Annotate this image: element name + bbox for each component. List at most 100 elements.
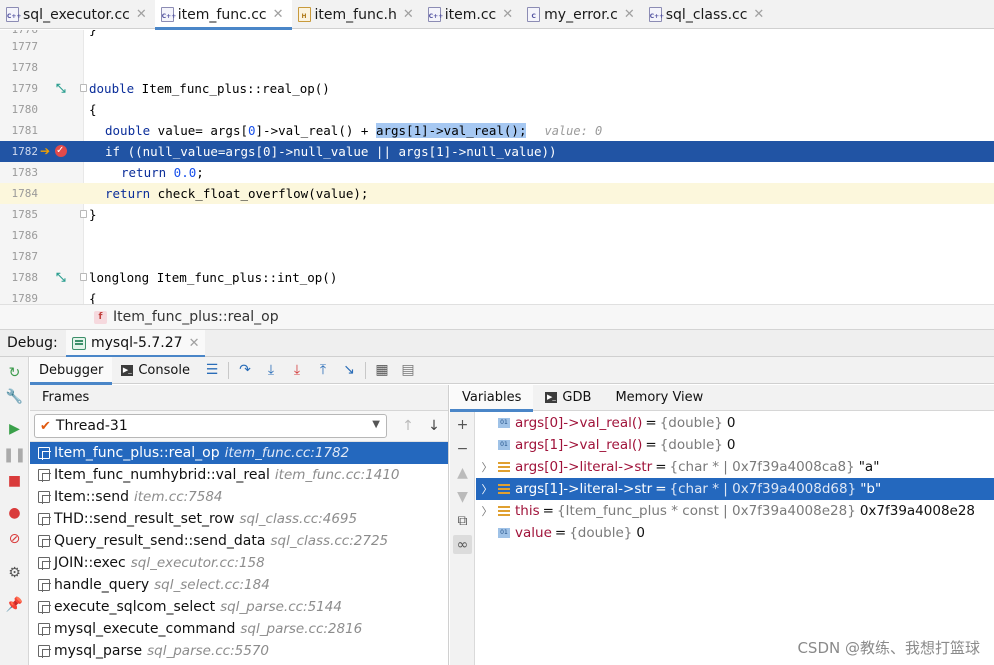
fold-icon[interactable] [80,210,87,218]
code-line[interactable]: 1779 ⤡ double Item_func_plus::real_op() [0,78,994,99]
override-marker-icon[interactable]: ⤡ [56,81,66,96]
code-line[interactable]: 1777 [0,36,994,57]
selected-expression[interactable]: args[1]->val_real(); [375,123,527,138]
copy-icon[interactable]: ⧉ [453,511,472,530]
code-line[interactable]: 1785 } [0,204,994,225]
code-line[interactable]: 1788 ⤡ longlong Item_func_plus::int_op() [0,267,994,288]
evaluate-expression-icon[interactable]: ▦ [369,357,395,384]
tab-item-func-h[interactable]: item_func.h ✕ [292,0,422,29]
rerun-icon[interactable]: ↻ [5,363,24,382]
code-line[interactable]: 1778 [0,57,994,78]
frame-item[interactable]: Item::send item.cc:7584 [30,486,448,508]
arrow-up-icon[interactable]: ↑ [395,418,421,434]
debug-session-tab[interactable]: mysql-5.7.27 ✕ [66,329,206,358]
tab-memory-view[interactable]: Memory View [603,385,715,411]
variable-row[interactable]: 01 args[1]->val_real() = {double} 0 [476,434,994,456]
fold-icon[interactable] [80,273,87,281]
tab-label: item.cc [444,6,497,23]
variable-row[interactable]: 〉 args[1]->literal->str = {char * | 0x7f… [476,478,994,500]
move-up-icon[interactable]: ▲ [453,463,472,482]
mute-breakpoints-icon[interactable]: ⊘ [5,529,24,548]
frame-item[interactable]: mysql_parse sql_parse.cc:5570 [30,640,448,662]
thread-row: ✔ Thread-31 ▼ ↑ ↓ [30,411,448,442]
close-icon[interactable]: ✕ [403,7,414,22]
force-step-into-icon[interactable]: ⤓ [284,357,310,384]
tab-gdb[interactable]: ▶_ GDB [533,385,603,411]
frame-item[interactable]: Query_result_send::send_data sql_class.c… [30,530,448,552]
tab-sql-class[interactable]: sql_class.cc ✕ [643,0,773,29]
tab-sql-executor[interactable]: sql_executor.cc ✕ [0,0,155,29]
step-into-icon[interactable]: ⤓ [258,357,284,384]
code-line[interactable]: 1786 [0,225,994,246]
frame-location: sql_parse.cc:5144 [220,599,342,615]
code-line[interactable]: 1783 return 0.0; [0,162,994,183]
variable-name: args[1]->val_real() [515,437,643,453]
tab-console[interactable]: ▶_ Console [112,357,199,384]
debugger-toolbar: Debugger ▶_ Console ☰ ↷ ⤓ ⤓ ⤒ ↘ ▦ ▤ [30,356,994,385]
code-line[interactable]: 1787 [0,246,994,267]
override-marker-icon[interactable]: ⤡ [56,270,66,285]
arrow-down-icon[interactable]: ↓ [421,418,447,434]
variable-value: "a" [858,459,880,475]
chevron-right-icon[interactable]: 〉 [476,459,498,475]
frame-function: Query_result_send::send_data [54,533,266,549]
close-icon[interactable]: ✕ [624,7,635,22]
settings-icon[interactable]: ⚙ [5,563,24,582]
add-watch-icon[interactable]: + [453,415,472,434]
frame-item[interactable]: JOIN::exec sql_executor.cc:158 [30,552,448,574]
frame-item[interactable]: execute_sqlcom_select sql_parse.cc:5144 [30,596,448,618]
code-line[interactable]: 1789 { [0,288,994,304]
pause-icon[interactable]: ❚❚ [3,445,26,464]
breadcrumb-label[interactable]: Item_func_plus::real_op [113,309,279,325]
code-line[interactable]: 1781 double value= args[0]->val_real() +… [0,120,994,141]
variable-row[interactable]: 01 args[0]->val_real() = {double} 0 [476,412,994,434]
frame-item[interactable]: handle_query sql_select.cc:184 [30,574,448,596]
move-down-icon[interactable]: ▼ [453,487,472,506]
resume-icon[interactable]: ▶ [5,419,24,438]
tab-my-error[interactable]: my_error.c ✕ [521,0,643,29]
frame-function: THD::send_result_set_row [54,511,235,527]
close-icon[interactable]: ✕ [502,7,513,22]
show-watches-icon[interactable]: ∞ [453,535,472,554]
fold-icon[interactable] [80,84,87,92]
close-icon[interactable]: ✕ [189,336,200,351]
caret-line[interactable]: 1784 return check_float_overflow(value); [0,183,994,204]
code-editor[interactable]: 1776 } 1777 1778 1779 ⤡ double Item_func… [0,30,994,304]
tab-item-func-cc[interactable]: item_func.cc ✕ [154,0,292,30]
frame-item[interactable]: Item_func_numhybrid::val_real item_func.… [30,464,448,486]
frame-item[interactable]: mysql_execute_command sql_parse.cc:2816 [30,618,448,640]
remove-watch-icon[interactable]: − [453,439,472,458]
code-line[interactable]: 1780 { [0,99,994,120]
breadcrumb[interactable]: f Item_func_plus::real_op [0,304,994,330]
chevron-right-icon[interactable]: 〉 [476,503,498,519]
run-to-cursor-icon[interactable]: ↘ [336,357,362,384]
tab-item-cc[interactable]: item.cc ✕ [422,0,521,29]
frame-function: Item::send [54,489,129,505]
frame-function: Item_func_plus::real_op [54,445,220,461]
close-icon[interactable]: ✕ [273,7,284,22]
frame-item[interactable]: Item_func_plus::real_op item_func.cc:178… [30,442,448,464]
step-out-icon[interactable]: ⤒ [310,357,336,384]
variable-row[interactable]: 01 value = {double} 0 [476,522,994,544]
view-breakpoints-icon[interactable]: ● [5,503,24,522]
breakpoint-icon[interactable] [55,143,67,158]
step-over-icon[interactable]: ↷ [232,357,258,384]
variable-row[interactable]: 〉 args[0]->literal->str = {char * | 0x7f… [476,456,994,478]
variable-name: args[0]->val_real() [515,415,643,431]
tab-variables[interactable]: Variables [450,384,534,412]
frame-location: sql_parse.cc:2816 [240,621,363,637]
execution-point-line[interactable]: 1782 ➔ if ((null_value=args[0]->null_val… [0,141,994,162]
wrench-icon[interactable]: 🔧 [5,387,24,406]
close-icon[interactable]: ✕ [753,7,764,22]
variable-row[interactable]: 〉 this = {Item_func_plus * const | 0x7f3… [476,500,994,522]
tab-debugger[interactable]: Debugger [30,356,113,385]
layout-icon[interactable]: ▤ [395,357,421,384]
thread-selector[interactable]: ✔ Thread-31 ▼ [34,414,387,438]
chevron-right-icon[interactable]: 〉 [476,481,498,497]
frame-item[interactable]: THD::send_result_set_row sql_class.cc:46… [30,508,448,530]
stop-icon[interactable]: ■ [5,471,24,490]
close-icon[interactable]: ✕ [136,7,147,22]
menu-icon[interactable]: ☰ [199,357,225,384]
pin-icon[interactable]: 📌 [5,595,24,614]
console-icon: ▶_ [545,392,558,403]
